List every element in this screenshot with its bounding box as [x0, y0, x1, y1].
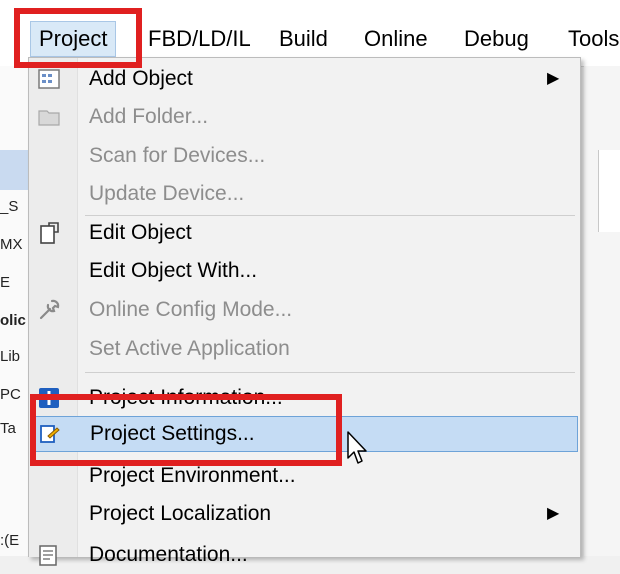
- callout-project-menu: [14, 8, 142, 68]
- menu-item-update-device[interactable]: Update Device...: [29, 175, 580, 213]
- left-pane-edge: [0, 66, 30, 556]
- editor-tab: [598, 150, 620, 232]
- submenu-arrow-icon: ▶: [547, 70, 560, 87]
- left-fragment: PC: [0, 386, 21, 403]
- menu-item-label: Edit Object With...: [89, 259, 258, 282]
- left-fragment: MX: [0, 236, 23, 253]
- add-object-icon: [38, 69, 60, 89]
- wrench-icon: [39, 299, 60, 320]
- left-fragment: E: [0, 274, 11, 291]
- menu-tools[interactable]: Tools: [560, 22, 620, 56]
- menu-item-add-folder[interactable]: Add Folder...: [29, 98, 580, 136]
- left-fragment: Ta: [0, 420, 16, 437]
- menu-separator: [85, 372, 575, 373]
- callout-project-settings: [30, 394, 342, 466]
- menu-build[interactable]: Build: [271, 22, 336, 56]
- menu-item-label: Documentation...: [89, 543, 248, 566]
- menu-item-edit-object[interactable]: Edit Object: [29, 214, 580, 252]
- documentation-icon: [39, 545, 57, 566]
- menu-item-label: Online Config Mode...: [89, 298, 293, 321]
- submenu-arrow-icon: ▶: [547, 505, 560, 522]
- menu-item-scan-for-devices[interactable]: Scan for Devices...: [29, 137, 580, 175]
- left-pane-selection: [0, 150, 30, 190]
- menu-item-label: Update Device...: [89, 182, 245, 205]
- menu-item-label: Scan for Devices...: [89, 144, 266, 167]
- menu-item-documentation[interactable]: Documentation...: [29, 536, 580, 574]
- menu-item-label: Set Active Application: [89, 337, 290, 360]
- menu-item-edit-object-with[interactable]: Edit Object With...: [29, 252, 580, 290]
- menu-debug[interactable]: Debug: [456, 22, 537, 56]
- menu-item-project-localization[interactable]: Project Localization ▶: [29, 495, 580, 533]
- project-menu-dropdown: Add Object ▶ Add Folder... Scan for Devi…: [28, 57, 581, 566]
- menu-item-label: Add Folder...: [89, 105, 209, 128]
- left-fragment: olic: [0, 312, 26, 329]
- menu-item-online-config-mode[interactable]: Online Config Mode...: [29, 291, 580, 329]
- right-pane-edge: [584, 66, 620, 556]
- menu-item-set-active-application[interactable]: Set Active Application: [29, 330, 580, 368]
- mouse-cursor-icon: [347, 431, 367, 464]
- folder-icon: [38, 110, 60, 126]
- menu-fbd-ld-il[interactable]: FBD/LD/IL: [140, 22, 259, 56]
- menu-item-label: Edit Object: [89, 221, 192, 244]
- menu-item-label: Project Localization: [89, 502, 272, 525]
- left-fragment: :(E: [0, 532, 20, 549]
- edit-object-icon: [40, 222, 59, 244]
- menu-online[interactable]: Online: [356, 22, 436, 56]
- left-fragment: Lib: [0, 348, 21, 365]
- left-fragment: _S: [0, 198, 19, 215]
- menu-item-label: Add Object: [89, 67, 193, 90]
